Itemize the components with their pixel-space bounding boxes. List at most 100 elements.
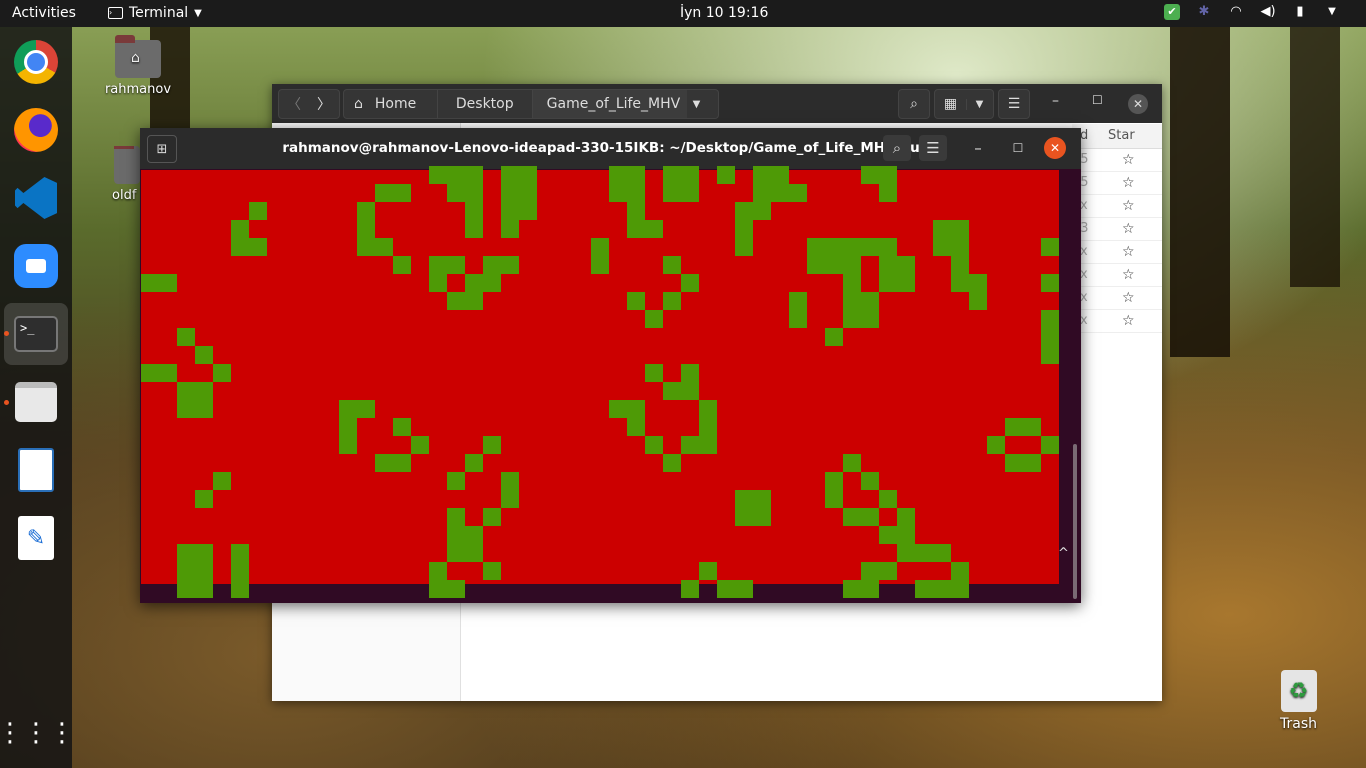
live-cell [753, 202, 771, 220]
star-icon[interactable]: ☆ [1098, 149, 1162, 172]
live-cell [501, 220, 519, 238]
dock-chrome[interactable] [10, 36, 62, 88]
live-cell [177, 382, 195, 400]
view-button[interactable]: ▦ ▼ [934, 89, 994, 119]
star-icon[interactable]: ☆ [1098, 310, 1162, 333]
search-icon: ⌕ [910, 96, 918, 112]
live-cell [483, 436, 501, 454]
dock-text-editor[interactable]: ✎ [10, 512, 62, 564]
column-header-star[interactable]: Star [1098, 124, 1162, 149]
volume-icon[interactable]: ◀) [1260, 4, 1276, 20]
live-cell [843, 256, 861, 274]
star-icon[interactable]: ☆ [1098, 172, 1162, 195]
live-cell [645, 310, 663, 328]
star-icon[interactable]: ☆ [1098, 264, 1162, 287]
live-cell [897, 544, 915, 562]
minimize-button[interactable]: – [1052, 93, 1059, 109]
teams-icon[interactable]: ✱ [1196, 4, 1212, 20]
live-cell [1041, 328, 1059, 346]
live-cell [393, 256, 411, 274]
live-cell [501, 472, 519, 490]
live-cell [213, 472, 231, 490]
maximize-button[interactable]: ☐ [1004, 135, 1032, 161]
live-cell [357, 238, 375, 256]
dock-libreoffice-impress[interactable] [10, 444, 62, 496]
files-headerbar: 〈 〉 ⌂ Home Desktop Game_of_Life_MHV ▼ ⌕ … [272, 84, 1162, 123]
live-cell [861, 238, 879, 256]
live-cell [735, 490, 753, 508]
live-cell [663, 184, 681, 202]
chevron-down-icon[interactable]: ▼ [1324, 4, 1340, 20]
chevron-down-icon[interactable]: ▼ [693, 99, 701, 110]
search-button[interactable]: ⌕ [883, 135, 911, 161]
live-cell [447, 166, 465, 184]
live-cell [843, 274, 861, 292]
scrollbar[interactable] [1073, 444, 1077, 599]
live-cell [447, 292, 465, 310]
live-cell [681, 580, 699, 598]
live-cell [933, 580, 951, 598]
clock-button[interactable]: İyn 10 19:16 [680, 5, 768, 21]
maximize-button[interactable]: ☐ [1092, 93, 1103, 107]
live-cell [951, 238, 969, 256]
live-cell [915, 580, 933, 598]
live-cell [717, 580, 735, 598]
live-cell [465, 454, 483, 472]
desktop-trash[interactable]: ♻ Trash [1280, 670, 1317, 732]
dock-firefox[interactable] [10, 104, 62, 156]
live-cell [465, 274, 483, 292]
close-button[interactable]: ✕ [1044, 137, 1066, 159]
chevron-down-icon: ▼ [965, 98, 993, 110]
activities-button[interactable]: Activities [12, 5, 76, 21]
menu-button[interactable]: ☰ [919, 135, 947, 161]
breadcrumb-current[interactable]: Game_of_Life_MHV [531, 90, 687, 118]
update-check-icon[interactable]: ✔ [1164, 4, 1180, 20]
live-cell [375, 184, 393, 202]
live-cell [483, 256, 501, 274]
live-cell [429, 580, 447, 598]
star-icon[interactable]: ☆ [1098, 287, 1162, 310]
live-cell [483, 274, 501, 292]
forward-icon[interactable]: 〉 [309, 94, 339, 114]
live-cell [447, 256, 465, 274]
dock-files[interactable] [10, 376, 62, 428]
live-cell [357, 400, 375, 418]
live-cell [825, 490, 843, 508]
show-applications-button[interactable]: ⋮⋮⋮ [0, 707, 75, 759]
dock-vscode[interactable] [10, 172, 62, 224]
dock-terminal[interactable]: >_ [4, 303, 68, 365]
star-icon[interactable]: ☆ [1098, 195, 1162, 218]
minimize-button[interactable]: – [964, 135, 992, 161]
live-cell [717, 166, 735, 184]
battery-icon[interactable]: ▮ [1292, 4, 1308, 20]
star-icon[interactable]: ☆ [1098, 241, 1162, 264]
live-cell [951, 562, 969, 580]
close-button[interactable]: ✕ [1128, 94, 1148, 114]
star-icon[interactable]: ☆ [1098, 218, 1162, 241]
live-cell [897, 508, 915, 526]
breadcrumb-home[interactable]: Home [375, 96, 437, 112]
live-cell [195, 400, 213, 418]
grid-view-icon: ▦ [943, 96, 958, 112]
system-tray: ✔ ✱ ◠ ◀) ▮ ▼ [1164, 4, 1340, 20]
live-cell [663, 166, 681, 184]
live-cell [699, 418, 717, 436]
live-cell [393, 184, 411, 202]
search-button[interactable]: ⌕ [898, 89, 930, 119]
live-cell [609, 400, 627, 418]
live-cell [681, 184, 699, 202]
desktop-folder-old[interactable]: oldf [100, 146, 140, 203]
desktop-folder-home[interactable]: ⌂ rahmanov [100, 35, 176, 97]
wifi-icon[interactable]: ◠ [1228, 4, 1244, 20]
menu-button[interactable]: ☰ [998, 89, 1030, 119]
live-cell [645, 364, 663, 382]
live-cell [393, 418, 411, 436]
app-menu-button[interactable]: › Terminal ▼ [108, 5, 202, 21]
live-cell [789, 292, 807, 310]
back-icon[interactable]: 〈 [279, 94, 309, 114]
live-cell [375, 454, 393, 472]
live-cell [645, 436, 663, 454]
dock-zoom[interactable] [10, 240, 62, 292]
breadcrumb-desktop[interactable]: Desktop [436, 90, 532, 118]
desktop-icon-label: oldf [112, 188, 137, 203]
